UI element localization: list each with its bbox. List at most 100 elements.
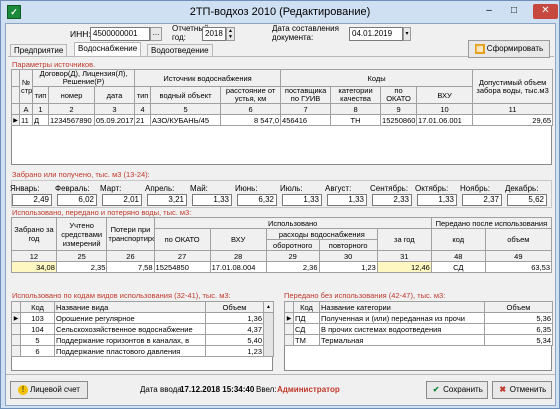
col-index: 6 bbox=[220, 103, 282, 115]
maximize-button[interactable]: □ bbox=[504, 4, 524, 19]
save-button[interactable]: ✔ Сохранить bbox=[426, 381, 488, 399]
date-field[interactable]: 04.01.2019 bbox=[349, 27, 403, 41]
cell-name[interactable]: Поддержание горизонтов в каналах, в bbox=[54, 334, 206, 346]
inn-field[interactable]: 4500000001 bbox=[90, 27, 150, 41]
month-value-field[interactable]: 6,02 bbox=[57, 194, 97, 206]
cell-source-type[interactable]: 21 bbox=[134, 114, 152, 126]
year-field[interactable]: 2018 bbox=[202, 27, 226, 41]
cell-name[interactable]: Орошение регулярное bbox=[54, 312, 206, 324]
month-value-field[interactable]: 2,33 bbox=[372, 194, 412, 206]
cell-date[interactable]: 05.09.2017 bbox=[93, 114, 136, 126]
col-index: 12 bbox=[11, 250, 57, 262]
col-passed-volume: объем bbox=[484, 228, 553, 251]
col-index: 28 bbox=[209, 250, 267, 262]
close-button[interactable]: ✕ bbox=[533, 4, 558, 19]
table-row[interactable]: 6 Поддержание пластового давления 1,23 bbox=[11, 345, 274, 357]
account-button[interactable]: ! Лицевой счет bbox=[10, 381, 88, 399]
cell-passed-volume[interactable]: 63,53 bbox=[484, 261, 553, 273]
cell-vhu[interactable]: 17.01.06.001 bbox=[416, 114, 474, 126]
month-value-field[interactable]: 1,33 bbox=[417, 194, 457, 206]
cell-code[interactable]: 6 bbox=[20, 345, 55, 357]
month-value-field[interactable]: 1,33 bbox=[192, 194, 232, 206]
cell-code[interactable]: 104 bbox=[20, 323, 55, 335]
cell-passed-code[interactable]: СД bbox=[430, 261, 486, 273]
cell-code[interactable]: ТМ bbox=[293, 334, 320, 346]
month-value-field[interactable]: 2,49 bbox=[12, 194, 52, 206]
cell-volume[interactable]: 1,36 bbox=[205, 312, 264, 324]
cell-gouv[interactable]: 456416 bbox=[280, 114, 332, 126]
month-value-field[interactable]: 1,33 bbox=[282, 194, 322, 206]
cell-measured[interactable]: 2,35 bbox=[55, 261, 108, 273]
month-value-field[interactable]: 2,01 bbox=[102, 194, 142, 206]
cell-quality[interactable]: ТН bbox=[330, 114, 382, 126]
cell-name[interactable]: В прочих системах водоотведения bbox=[319, 323, 485, 335]
table-row[interactable]: 104 Сельскохозяйственное водоснабжение 4… bbox=[11, 323, 274, 335]
date-label: Дата составления документа: bbox=[272, 24, 339, 42]
table-row[interactable]: СД В прочих системах водоотведения 6,35 bbox=[284, 323, 553, 335]
cell-code[interactable]: 5 bbox=[20, 334, 55, 346]
cell-volume[interactable]: 6,35 bbox=[484, 323, 553, 335]
month-value-field[interactable]: 1,33 bbox=[327, 194, 367, 206]
cell-okato[interactable]: 15250860 bbox=[380, 114, 418, 126]
cell-repeated[interactable]: 1,23 bbox=[318, 261, 378, 273]
col-num: № стр bbox=[19, 69, 33, 104]
cell-distance[interactable]: 8 547,0 bbox=[220, 114, 282, 126]
col-gouv: поставщика по ГУИВ bbox=[280, 86, 332, 104]
col-source: Источник водоснабжения bbox=[134, 69, 282, 87]
col-measured: Учтено средствами измерений bbox=[55, 217, 108, 251]
inn-label: ИНН: bbox=[70, 29, 91, 39]
col-index: 49 bbox=[484, 250, 553, 262]
cell-volume[interactable]: 5,36 bbox=[484, 312, 553, 324]
cell-limit[interactable]: 29,65 bbox=[472, 114, 554, 126]
cell-code[interactable]: СД bbox=[293, 323, 320, 335]
tab-water-supply[interactable]: Водоснабжение bbox=[74, 42, 142, 57]
user-label: Ввел: bbox=[256, 385, 277, 394]
cell-name[interactable]: Термальная bbox=[319, 334, 485, 346]
table-row[interactable]: ▶ 11 Д 1234567890 05.09.2017 21 АЗО/КУБА… bbox=[11, 114, 554, 126]
table-row[interactable]: 34,08 2,35 7,58 15254850 17.01.08.004 2,… bbox=[11, 261, 553, 273]
month-value-field[interactable]: 6,32 bbox=[237, 194, 277, 206]
cell-volume[interactable]: 5,34 bbox=[484, 334, 553, 346]
cell-water-object[interactable]: АЗО/КУБАНЬ/45 bbox=[150, 114, 222, 126]
cell-type[interactable]: Д bbox=[32, 114, 49, 126]
cell-volume[interactable]: 5,40 bbox=[205, 334, 264, 346]
cell-volume[interactable]: 4,37 bbox=[205, 323, 264, 335]
table-row[interactable]: ТМ Термальная 5,34 bbox=[284, 334, 553, 346]
table-row[interactable]: ▶ ПД Полученная и (или) переданная из пр… bbox=[284, 312, 553, 324]
cell-name[interactable]: Поддержание пластового давления bbox=[54, 345, 206, 357]
month-label: Март: bbox=[100, 184, 122, 193]
col-water-object: водный объект bbox=[150, 86, 222, 104]
cancel-button[interactable]: ✖ Отменить bbox=[492, 381, 552, 399]
title-bar[interactable]: ✓ 2ТП-водхоз 2010 (Редактирование) – □ ✕ bbox=[1, 1, 559, 23]
cell-taken[interactable]: 34,08 bbox=[11, 261, 57, 273]
calendar-dropdown[interactable]: ▾ bbox=[403, 27, 411, 41]
month-value-field[interactable]: 3,21 bbox=[147, 194, 187, 206]
inn-lookup-button[interactable]: ... bbox=[150, 27, 162, 41]
cell-code[interactable]: 103 bbox=[20, 312, 55, 324]
cell-used-vhu[interactable]: 17.01.08.004 bbox=[209, 261, 267, 273]
cell-code[interactable]: ПД bbox=[293, 312, 320, 324]
cell-volume[interactable]: 1,23 bbox=[205, 345, 264, 357]
usage-scrollbar[interactable] bbox=[263, 312, 274, 357]
col-index: А bbox=[19, 103, 33, 115]
form-report-button[interactable]: ▦ Сформировать bbox=[468, 40, 550, 58]
cell-number[interactable]: 1234567890 bbox=[48, 114, 95, 126]
table-row[interactable]: ▶ 103 Орошение регулярное 1,36 bbox=[11, 312, 274, 357]
year-spinner[interactable]: ▲ ▼ bbox=[226, 27, 235, 41]
check-icon: ✔ bbox=[432, 384, 440, 394]
month-value-field[interactable]: 5,62 bbox=[507, 194, 547, 206]
cell-year[interactable]: 12,46 bbox=[376, 261, 432, 273]
table-row[interactable]: 5 Поддержание горизонтов в каналах, в 5,… bbox=[11, 334, 274, 346]
cell-circulating[interactable]: 2,36 bbox=[265, 261, 320, 273]
cell-loss[interactable]: 7,58 bbox=[106, 261, 155, 273]
cell-num[interactable]: 11 bbox=[19, 114, 33, 126]
cell-name[interactable]: Сельскохозяйственное водоснабжение bbox=[54, 323, 206, 335]
cell-name[interactable]: Полученная и (или) переданная из прочи bbox=[319, 312, 485, 324]
month-label: Апрель: bbox=[145, 184, 175, 193]
cell-used-okato[interactable]: 15254850 bbox=[153, 261, 211, 273]
col-vhu: ВХУ bbox=[416, 86, 474, 104]
scroll-up-arrow-icon[interactable]: ▲ bbox=[263, 301, 274, 313]
month-value-field[interactable]: 2,37 bbox=[462, 194, 502, 206]
minimize-button[interactable]: – bbox=[479, 4, 499, 19]
col-index: 10 bbox=[416, 103, 474, 115]
